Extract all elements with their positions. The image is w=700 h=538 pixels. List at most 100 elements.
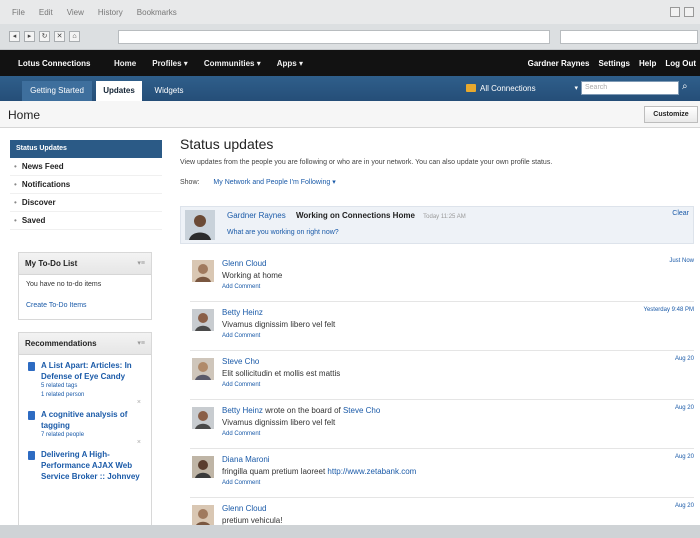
browser-menubar: File Edit View History Bookmarks (0, 0, 700, 24)
my-status-time: Today 11:25 AM (423, 214, 466, 220)
reload-icon[interactable]: ↻ (39, 31, 50, 42)
author-link[interactable]: Steve Cho (222, 357, 259, 366)
todo-title: My To-Do List (25, 259, 78, 268)
entry-time: Aug 20 (674, 503, 694, 509)
status-updates-main: Status updates View updates from the peo… (180, 136, 700, 527)
tab-updates[interactable]: Updates (96, 81, 142, 101)
recommendations-header: Recommendations ▾≡ (19, 333, 151, 355)
sidebar-item-discover[interactable]: • Discover (10, 194, 162, 212)
logout-link[interactable]: Log Out (665, 59, 696, 68)
create-todo-link[interactable]: Create To-Do Items (19, 288, 151, 309)
collapse-icon[interactable]: ▾≡ (137, 333, 145, 355)
add-comment-link[interactable]: Add Comment (222, 480, 260, 486)
sidebar-item-status-updates[interactable]: Status Updates (10, 140, 162, 158)
menu-file[interactable]: File (12, 8, 25, 17)
entry-time: Just Now (669, 258, 694, 264)
browser-search-field[interactable] (560, 30, 698, 44)
home-icon[interactable]: ⌂ (69, 31, 80, 42)
entry-url-link[interactable]: http://www.zetabank.com (327, 467, 416, 476)
menu-view[interactable]: View (67, 8, 84, 17)
bookmark-icon (28, 451, 35, 460)
entry-author: Diana Maroni (222, 455, 270, 464)
avatar (192, 407, 214, 429)
my-status-line: Gardner Raynes Working on Connections Ho… (227, 211, 466, 220)
entry-author: Betty Heinz (222, 308, 263, 317)
sidebar-item-saved[interactable]: • Saved (10, 212, 162, 230)
scope-selector[interactable]: All Connections ▾ (466, 81, 578, 95)
page-title: Home (8, 108, 41, 122)
board-owner-link[interactable]: Steve Cho (343, 406, 380, 415)
show-filter-dropdown[interactable]: My Network and People I'm Following ▾ (213, 179, 335, 186)
add-comment-link[interactable]: Add Comment (222, 382, 260, 388)
menu-history[interactable]: History (98, 8, 123, 17)
settings-link[interactable]: Settings (598, 59, 630, 68)
address-bar[interactable] (118, 30, 550, 44)
recommendation-item: A List Apart: Articles: In Defense of Ey… (19, 355, 151, 406)
recommendations-widget: Recommendations ▾≡ A List Apart: Article… (18, 332, 152, 538)
recommendation-title[interactable]: Delivering A High-Performance AJAX Web S… (41, 449, 145, 482)
browser-status-bar (0, 525, 700, 538)
entry-body: fringilla quam pretium laoreet (222, 467, 328, 476)
recommendation-title[interactable]: A cognitive analysis of tagging (41, 409, 145, 431)
window-controls (670, 7, 694, 17)
author-link[interactable]: Glenn Cloud (222, 259, 266, 268)
forward-icon[interactable]: ▸ (24, 31, 35, 42)
entry-text: fringilla quam pretium laoreet http://ww… (222, 467, 416, 476)
bookmark-icon (28, 411, 35, 420)
add-comment-link[interactable]: Add Comment (222, 333, 260, 339)
user-name-link[interactable]: Gardner Raynes (528, 59, 590, 68)
entry-text: Working at home (222, 271, 283, 280)
sidebar-item-label: Notifications (21, 180, 71, 189)
bullet-icon: • (14, 198, 17, 207)
nav-communities[interactable]: Communities ▾ (204, 59, 261, 68)
tab-widgets[interactable]: Widgets (148, 81, 190, 101)
status-entry: Betty Heinz Vivamus dignissim libero vel… (190, 302, 694, 351)
back-icon[interactable]: ◂ (9, 31, 20, 42)
menu-bookmarks[interactable]: Bookmarks (137, 8, 177, 17)
menu-edit[interactable]: Edit (39, 8, 53, 17)
chevron-down-icon: ▾ (574, 85, 578, 92)
bullet-icon: • (14, 216, 17, 225)
folder-icon (466, 84, 476, 92)
nav-profiles[interactable]: Profiles ▾ (152, 59, 188, 68)
entry-time: Yesterday 9:48 PM (643, 307, 694, 313)
sidebar-item-news-feed[interactable]: • News Feed (10, 158, 162, 176)
author-link[interactable]: Diana Maroni (222, 455, 270, 464)
status-prompt-input[interactable]: What are you working on right now? (227, 229, 339, 236)
tab-bar: Getting Started Updates Widgets All Conn… (0, 76, 700, 101)
collapse-icon[interactable]: ▾≡ (137, 253, 145, 275)
add-comment-link[interactable]: Add Comment (222, 431, 260, 437)
recommendation-tags[interactable]: 5 related tags (41, 382, 145, 391)
entry-time: Aug 20 (674, 454, 694, 460)
nav-apps[interactable]: Apps ▾ (277, 59, 303, 68)
recommendation-item: A cognitive analysis of tagging 7 relate… (19, 404, 151, 446)
sidebar-item-notifications[interactable]: • Notifications (10, 176, 162, 194)
recommendations-title: Recommendations (25, 339, 97, 348)
clear-status-link[interactable]: Clear (672, 210, 689, 217)
search-input[interactable]: Search (581, 81, 679, 95)
add-comment-link[interactable]: Add Comment (222, 284, 260, 290)
entry-text: Vivamus dignissim libero vel felt (222, 320, 336, 329)
page-content: Status Updates • News Feed • Notifications… (0, 128, 700, 538)
nav-home[interactable]: Home (114, 59, 136, 68)
author-link[interactable]: Glenn Cloud (222, 504, 266, 513)
recommendation-people[interactable]: 7 related people (41, 431, 145, 440)
page-header: Home Customize (0, 101, 700, 128)
show-label: Show: (180, 179, 200, 186)
maximize-button[interactable] (684, 7, 694, 17)
entry-author: Glenn Cloud (222, 504, 266, 513)
minimize-button[interactable] (670, 7, 680, 17)
avatar (192, 358, 214, 380)
entry-time: Aug 20 (674, 405, 694, 411)
search-icon[interactable]: ⌕ (682, 81, 688, 92)
recommendation-title[interactable]: A List Apart: Articles: In Defense of Ey… (41, 360, 145, 382)
author-link[interactable]: Betty Heinz (222, 308, 263, 317)
my-name-link[interactable]: Gardner Raynes (227, 211, 286, 220)
stop-icon[interactable]: ✕ (54, 31, 65, 42)
tab-getting-started[interactable]: Getting Started (22, 81, 92, 101)
help-link[interactable]: Help (639, 59, 656, 68)
customize-button[interactable]: Customize (644, 106, 698, 123)
recommendation-people[interactable]: 1 related person (41, 391, 145, 400)
bullet-icon: • (14, 162, 17, 171)
author-link[interactable]: Betty Heinz (222, 406, 263, 415)
